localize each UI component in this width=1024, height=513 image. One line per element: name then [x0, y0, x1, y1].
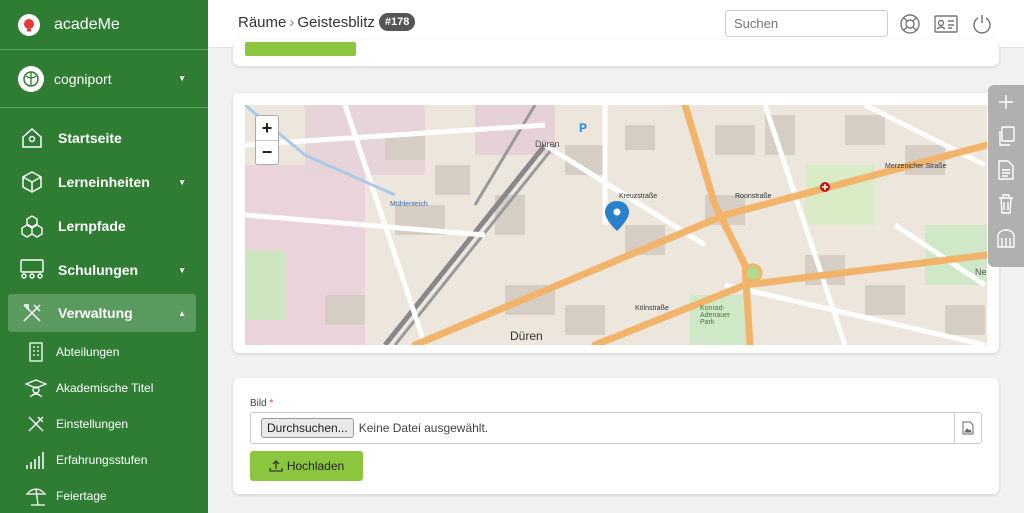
brand-name: acadeMe [54, 15, 120, 33]
help-lifebuoy-icon[interactable] [898, 12, 922, 36]
map-label-park: Konrad- Adenauer Park [700, 305, 731, 326]
tools-icon [18, 299, 46, 327]
nav-item-verwaltung[interactable]: Verwaltung ▲ [8, 294, 196, 332]
browse-button[interactable]: Durchsuchen... [261, 418, 354, 438]
map-label-kreuzstrasse: Kreuzstraße [619, 193, 658, 200]
breadcrumb: Räume › Geistesblitz #178 [238, 13, 416, 31]
map-label-station: Düren [535, 139, 560, 149]
document-icon[interactable] [988, 153, 1024, 187]
location-map[interactable]: Düren P Düren Konrad- Adenauer Park Kreu… [245, 105, 987, 345]
nav-label: Startseite [58, 130, 122, 146]
cube-icon [18, 168, 46, 196]
home-icon [18, 124, 46, 152]
nav-label: Lernpfade [58, 218, 126, 234]
brand[interactable]: acadeMe [0, 0, 208, 50]
sub-item-label: Abteilungen [56, 345, 120, 359]
settings-tools-icon [24, 412, 48, 436]
nav-item-lernpfade[interactable]: Lernpfade [0, 204, 208, 248]
copy-icon[interactable] [988, 119, 1024, 153]
power-icon[interactable] [970, 12, 994, 36]
building-icon [24, 340, 48, 364]
map-label-kolnstrasse: Kölnstraße [635, 305, 669, 312]
nav-label: Schulungen [58, 262, 139, 278]
map-card: Düren P Düren Konrad- Adenauer Park Kreu… [233, 93, 999, 353]
required-marker: * [269, 398, 274, 409]
previous-button-edge[interactable] [245, 42, 356, 56]
nav-item-schulungen[interactable]: Schulungen ▼ [0, 248, 208, 292]
add-icon[interactable] [988, 85, 1024, 119]
chevron-right-icon: › [289, 13, 295, 31]
sub-item-label: Akademische Titel [56, 381, 154, 395]
sub-item-label: Einstellungen [56, 417, 129, 431]
sub-item-einstellungen[interactable]: Einstellungen [0, 406, 208, 442]
lightbulb-logo-icon [18, 13, 40, 36]
caret-down-icon: ▼ [178, 74, 186, 83]
id-card-icon[interactable] [933, 12, 959, 36]
image-label-text: Bild [250, 398, 267, 409]
map-label-ne: Ne [975, 267, 987, 277]
file-input[interactable]: Durchsuchen... Keine Datei ausgewählt. [250, 412, 982, 444]
previous-card [233, 40, 999, 66]
cubes-icon [18, 212, 46, 240]
file-image-icon[interactable] [954, 413, 981, 443]
bars-icon [24, 448, 48, 472]
sub-item-label: Feiertage [56, 489, 107, 503]
search-input[interactable] [725, 10, 888, 37]
zoom-in-button[interactable]: + [256, 116, 278, 140]
upload-card: Bild * Durchsuchen... Keine Datei ausgew… [233, 378, 999, 494]
org-avatar-icon [18, 65, 44, 92]
upload-icon [269, 460, 283, 472]
nav-label: Verwaltung [58, 305, 133, 321]
main-nav: Startseite Lerneinheiten ▼ Lernpfade Sch… [0, 108, 208, 513]
map-label-muhlenteich: Mühlenteich [390, 201, 428, 208]
caret-up-icon: ▲ [178, 308, 186, 318]
sidebar: acadeMe cogniport ▼ Startseite Lerneinhe… [0, 0, 208, 513]
upload-button-label: Hochladen [286, 459, 345, 473]
zoom-control: + − [255, 115, 279, 165]
sub-item-label: Erfahrungsstufen [56, 453, 148, 467]
sub-item-erfahrungsstufen[interactable]: Erfahrungsstufen [0, 442, 208, 478]
map-label-merzenicher: Merzenicher Straße [885, 163, 947, 170]
map-label-city: Düren [510, 329, 543, 343]
nav-item-lerneinheiten[interactable]: Lerneinheiten ▼ [0, 160, 208, 204]
archive-icon[interactable] [988, 221, 1024, 255]
nav-label: Lerneinheiten [58, 174, 150, 190]
id-badge: #178 [378, 13, 416, 31]
caret-down-icon: ▼ [178, 265, 186, 275]
classroom-icon [18, 256, 46, 284]
sub-item-akademische-titel[interactable]: Akademische Titel [0, 370, 208, 406]
breadcrumb-current: Geistesblitz [297, 13, 375, 31]
graduate-icon [24, 376, 48, 400]
upload-button[interactable]: Hochladen [250, 451, 363, 481]
sub-item-abteilungen[interactable]: Abteilungen [0, 334, 208, 370]
map-label-roonstrasse: Roonstraße [735, 193, 772, 200]
image-field-label: Bild * [250, 398, 273, 409]
trash-icon[interactable] [988, 187, 1024, 221]
zoom-out-button[interactable]: − [256, 140, 278, 164]
map-tiles [245, 105, 987, 345]
org-name: cogniport [54, 70, 112, 87]
nav-item-startseite[interactable]: Startseite [0, 116, 208, 160]
sub-item-feiertage[interactable]: Feiertage [0, 478, 208, 513]
floating-toolbar [988, 85, 1024, 267]
map-label-parking: P [579, 121, 588, 135]
caret-down-icon: ▼ [178, 177, 186, 187]
org-switcher[interactable]: cogniport ▼ [0, 50, 208, 108]
breadcrumb-parent[interactable]: Räume [238, 14, 286, 31]
no-file-text: Keine Datei ausgewählt. [358, 421, 489, 435]
beach-umbrella-icon [24, 484, 48, 508]
